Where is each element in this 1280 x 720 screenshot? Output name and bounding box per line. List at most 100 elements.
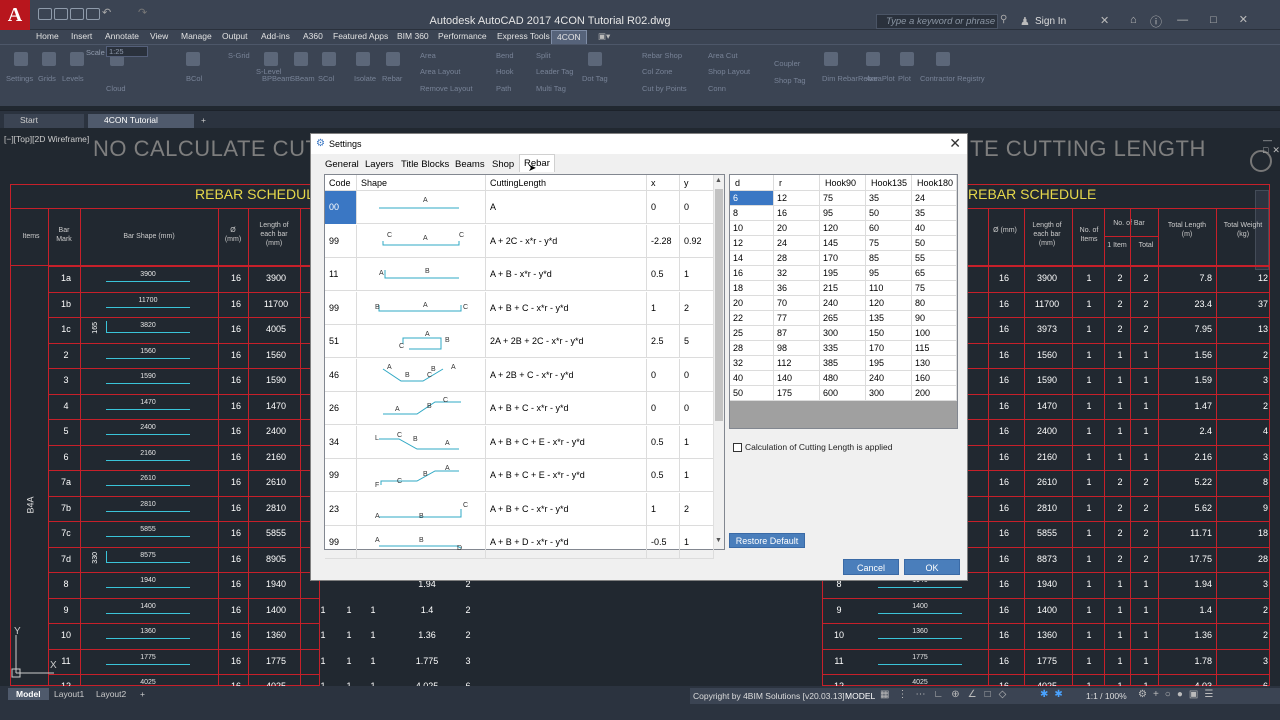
viewport-controls[interactable]: —□✕ [1263, 135, 1280, 156]
hook-cell[interactable]: 215 [820, 281, 866, 296]
ribbon-item-12[interactable]: Area [420, 51, 436, 60]
tab-a360[interactable]: A360 [303, 31, 323, 41]
ribbon-tool-icon[interactable] [14, 52, 28, 66]
hook-cell[interactable]: 36 [774, 281, 820, 296]
cell-code[interactable]: 99 [325, 459, 357, 492]
cell-code[interactable]: 34 [325, 425, 357, 459]
cell-x[interactable]: 1 [647, 492, 680, 526]
tab-performance[interactable]: Performance [438, 31, 487, 41]
cell-y[interactable]: 0 [680, 358, 714, 392]
hook-table[interactable]: d r Hook90 Hook135 Hook180 6 12 75 35 24 8 16 95 50 35… [729, 174, 958, 429]
hook-cell[interactable]: 6 [730, 191, 774, 206]
ribbon-tool-icon[interactable] [42, 52, 56, 66]
hook-cell[interactable]: 130 [912, 356, 957, 371]
hook-cell[interactable]: 385 [820, 356, 866, 371]
ribbon-item-30[interactable]: Dim Rebar [822, 74, 858, 83]
ribbon-item-23[interactable]: Col Zone [642, 67, 672, 76]
ribbon-item-17[interactable]: Path [496, 84, 511, 93]
hook-cell[interactable]: 8 [730, 206, 774, 221]
hook-cell[interactable]: 100 [912, 326, 957, 341]
hook-cell[interactable]: 265 [820, 311, 866, 326]
cell-shape[interactable]: A [357, 191, 486, 224]
hook-cell[interactable]: 70 [774, 296, 820, 311]
ribbon-tool-icon[interactable] [322, 52, 336, 66]
ribbon-item-10[interactable]: Isolate [354, 74, 376, 83]
shape-table-row[interactable]: 99 B A C A + B + C - x*r - y*d 1 2 [325, 291, 714, 325]
cell-cutting-length[interactable]: A + B + C + E - x*r - y*d [486, 459, 647, 492]
hook-cell[interactable]: 24 [774, 236, 820, 251]
hook-cell[interactable]: 195 [866, 356, 912, 371]
cell-code[interactable]: 26 [325, 392, 357, 425]
cell-code[interactable]: 00 [325, 191, 357, 224]
cell-cutting-length[interactable]: A + B + C + E - x*r - y*d [486, 425, 647, 459]
ribbon-tool-icon[interactable] [70, 52, 84, 66]
scroll-thumb[interactable] [715, 189, 723, 421]
ribbon-item-3[interactable]: S-Grid [228, 51, 250, 60]
hook-cell[interactable]: 25 [730, 326, 774, 341]
scroll-down-icon[interactable]: ▼ [715, 537, 722, 544]
ribbon-tool-icon[interactable] [386, 52, 400, 66]
col-y[interactable]: y [680, 175, 714, 191]
cell-code[interactable]: 23 [325, 492, 357, 526]
cell-y[interactable]: 1 [680, 526, 714, 559]
shape-table-row[interactable]: 99 A B D A + B + D - x*r - y*d -0.5 1 [325, 526, 714, 559]
col-cutting-length[interactable]: CuttingLength [486, 175, 647, 191]
hook-cell[interactable]: 12 [774, 191, 820, 206]
hook-cell[interactable]: 170 [820, 251, 866, 266]
sign-in-link[interactable]: Sign In [1035, 16, 1066, 27]
hook-cell[interactable]: 300 [820, 326, 866, 341]
ribbon-item-25[interactable]: Area Cut [708, 51, 738, 60]
ribbon-item-20[interactable]: Multi Tag [536, 84, 566, 93]
tab-drawing[interactable]: 4CON Tutorial R02* [88, 114, 194, 138]
ribbon-item-19[interactable]: Leader Tag [536, 67, 573, 76]
ribbon-item-22[interactable]: Rebar Shop [642, 51, 682, 60]
tab-express-tools[interactable]: Express Tools [497, 31, 550, 41]
shape-table-row[interactable]: 34 L C B A A + B + C + E - x*r - y*d 0.5 1 [325, 425, 714, 459]
col-shape[interactable]: Shape [357, 175, 486, 191]
hook-cell[interactable]: 90 [912, 311, 957, 326]
cell-y[interactable]: 2 [680, 291, 714, 325]
ribbon-item-24[interactable]: Cut by Points [642, 84, 687, 93]
new-tab-icon[interactable]: + [197, 114, 210, 128]
ribbon-item-33[interactable]: Plot [898, 74, 911, 83]
cell-shape[interactable]: F C B A [357, 459, 486, 492]
ribbon-item-29[interactable]: Shop Tag [774, 76, 806, 85]
cell-x[interactable]: 0 [647, 358, 680, 392]
ribbon-item-27[interactable]: Conn [708, 84, 726, 93]
cell-x[interactable]: 2.5 [647, 325, 680, 358]
cell-shape[interactable]: L C B A [357, 425, 486, 459]
new-icon[interactable] [38, 8, 52, 20]
hook-cell[interactable]: 28 [730, 341, 774, 356]
hook-cell[interactable]: 240 [866, 371, 912, 386]
ribbon-item-7[interactable]: BPBeam [262, 74, 292, 83]
hook-cell[interactable]: 240 [820, 296, 866, 311]
cell-shape[interactable]: A B C [357, 392, 486, 425]
cell-cutting-length[interactable]: A + B - x*r - y*d [486, 258, 647, 291]
shape-table-row[interactable]: 46 A B C B A A + 2B + C - x*r - y*d 0 0 [325, 358, 714, 392]
hook-cell[interactable]: 115 [912, 341, 957, 356]
cell-x[interactable]: 1 [647, 291, 680, 325]
ribbon-tool-icon[interactable] [294, 52, 308, 66]
col-code[interactable]: Code [325, 175, 357, 191]
hook-cell[interactable]: 80 [912, 296, 957, 311]
hook-cell[interactable]: 55 [912, 251, 957, 266]
cell-code[interactable]: 99 [325, 526, 357, 559]
hook-cell[interactable]: 28 [774, 251, 820, 266]
cell-y[interactable]: 0.92 [680, 224, 714, 258]
hook-cell[interactable]: 77 [774, 311, 820, 326]
add-layout-icon[interactable]: + [136, 688, 149, 700]
ribbon-item-11[interactable]: Rebar [382, 74, 402, 83]
cell-code[interactable]: 99 [325, 291, 357, 325]
ribbon-item-13[interactable]: Area Layout [420, 67, 460, 76]
ribbon-item-2[interactable]: Levels [62, 74, 84, 83]
tab-rebar[interactable]: Rebar [519, 154, 555, 172]
undo-icon[interactable]: ↶ [102, 6, 116, 19]
hook-cell[interactable]: 120 [820, 221, 866, 236]
hook-cell[interactable]: 145 [820, 236, 866, 251]
hook-cell[interactable]: 22 [730, 311, 774, 326]
hook-cell[interactable]: 170 [866, 341, 912, 356]
hook-cell[interactable]: 95 [820, 206, 866, 221]
shape-table-row[interactable]: 99 C A C A + 2C - x*r - y*d -2.28 0.92 [325, 224, 714, 258]
hook-cell[interactable]: 150 [866, 326, 912, 341]
hook-cell[interactable]: 195 [820, 266, 866, 281]
